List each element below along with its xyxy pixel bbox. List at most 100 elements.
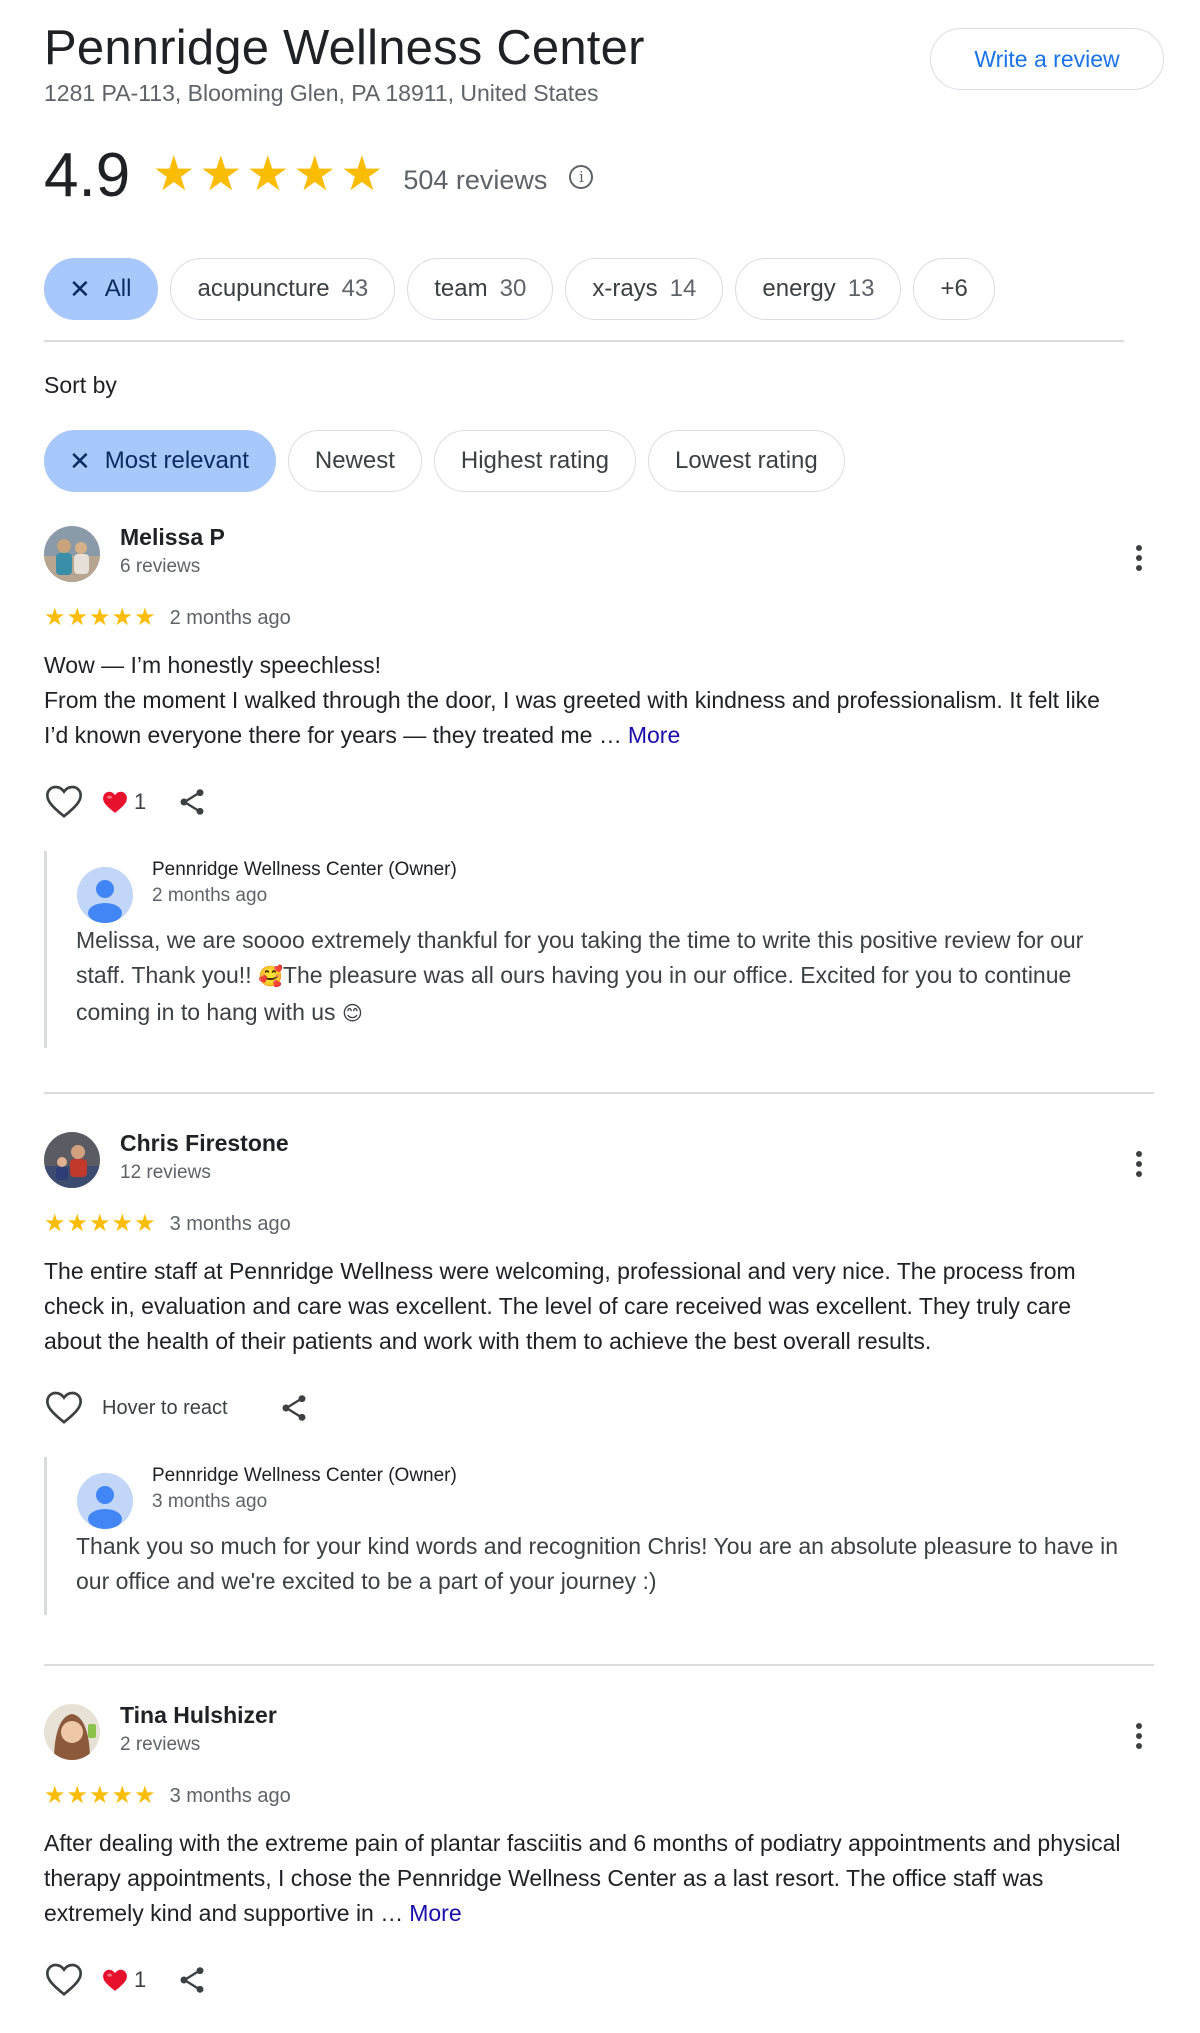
review-text-body: After dealing with the extreme pain of p… bbox=[44, 1830, 1121, 1926]
divider bbox=[44, 340, 1124, 342]
heart-outline-icon[interactable] bbox=[44, 1388, 84, 1428]
chip-count: 43 bbox=[341, 275, 369, 302]
star-icon: ★ bbox=[246, 148, 290, 201]
owner-avatar bbox=[77, 867, 133, 923]
review-text-line: Wow — I’m honestly speechless! bbox=[44, 652, 382, 678]
chip-label: Most relevant bbox=[104, 447, 249, 474]
star-icon: ★ bbox=[293, 148, 337, 201]
star-icon: ★ bbox=[111, 1210, 134, 1237]
reaction-count: 1 bbox=[134, 1967, 147, 1992]
smiling-face-hearts-emoji: 🥰 bbox=[257, 966, 283, 988]
chip-label: +6 bbox=[940, 275, 968, 302]
smiling-face-emoji: 😊 bbox=[341, 1003, 363, 1025]
review-rating-row: ★ ★ ★ ★ ★ 3 months ago bbox=[44, 1778, 1154, 1814]
star-icon: ★ bbox=[44, 1782, 66, 1809]
hover-to-react-label: Hover to react bbox=[102, 1396, 228, 1419]
topic-chip-energy[interactable]: energy 13 bbox=[735, 258, 902, 320]
review-stars: ★ ★ ★ ★ ★ bbox=[44, 1212, 156, 1236]
review-count: 504 reviews bbox=[403, 164, 548, 195]
share-icon[interactable] bbox=[176, 786, 208, 818]
sort-label: Sort by bbox=[44, 372, 117, 398]
more-options-icon[interactable] bbox=[1124, 1144, 1154, 1184]
heart-reaction-icon bbox=[103, 1969, 127, 1991]
topic-chip-x-rays[interactable]: x-rays 14 bbox=[565, 258, 724, 320]
star-icon: ★ bbox=[66, 1210, 89, 1237]
review-rating-row: ★ ★ ★ ★ ★ 2 months ago bbox=[44, 600, 1154, 636]
chip-label: All bbox=[104, 275, 132, 302]
more-options-icon[interactable] bbox=[1124, 538, 1154, 578]
review-text-line: From the moment I walked through the doo… bbox=[44, 687, 1100, 748]
chip-label: team bbox=[434, 275, 488, 302]
chip-label: energy bbox=[762, 275, 836, 302]
topic-chip-all[interactable]: ✕ All bbox=[44, 258, 159, 320]
business-header: Pennridge Wellness Center 1281 PA-113, B… bbox=[44, 18, 1164, 118]
heart-reaction-icon bbox=[103, 791, 127, 813]
sort-chip-lowest-rating[interactable]: Lowest rating bbox=[647, 430, 845, 492]
topic-chip-team[interactable]: team 30 bbox=[407, 258, 554, 320]
avatar[interactable] bbox=[44, 526, 100, 582]
heart-outline-icon[interactable] bbox=[44, 1960, 84, 2000]
review-actions: Hover to react bbox=[44, 1383, 1154, 1433]
more-options-icon[interactable] bbox=[1124, 1716, 1154, 1756]
topic-chip-acupuncture[interactable]: acupuncture 43 bbox=[170, 258, 396, 320]
chip-label: Highest rating bbox=[460, 447, 609, 474]
review-date: 3 months ago bbox=[169, 1784, 291, 1807]
avatar[interactable] bbox=[44, 1704, 100, 1760]
owner-response: Pennridge Wellness Center (Owner) 2 mont… bbox=[44, 851, 1154, 1048]
reaction-summary[interactable]: 1 bbox=[102, 789, 146, 815]
reviewer-name[interactable]: Chris Firestone bbox=[120, 1130, 289, 1157]
more-link[interactable]: More bbox=[409, 1900, 461, 1926]
owner-avatar bbox=[77, 1473, 133, 1529]
review-card: Tina Hulshizer 2 reviews ★ ★ ★ ★ ★ 3 months … bbox=[44, 1700, 1154, 2005]
review-actions: 1 bbox=[44, 777, 1154, 827]
reviewer-header: Tina Hulshizer 2 reviews bbox=[44, 1700, 1154, 1770]
topic-chip-more[interactable]: +6 bbox=[913, 258, 995, 320]
share-icon[interactable] bbox=[176, 1964, 208, 1996]
chip-count: 14 bbox=[669, 275, 697, 302]
review-date: 2 months ago bbox=[169, 606, 291, 629]
rating-value: 4.9 bbox=[44, 140, 131, 210]
review-card: Melissa P 6 reviews ★ ★ ★ ★ ★ 2 months ago W… bbox=[44, 522, 1154, 1048]
star-icon: ★ bbox=[89, 1210, 111, 1237]
divider bbox=[44, 1092, 1154, 1094]
rating-stars: ★ ★ ★ ★ ★ bbox=[152, 151, 383, 199]
avatar[interactable] bbox=[44, 1132, 100, 1188]
close-icon: ✕ bbox=[69, 273, 91, 304]
chip-count: 30 bbox=[499, 275, 527, 302]
sort-chip-newest[interactable]: Newest bbox=[287, 430, 422, 492]
reaction-summary[interactable]: 1 bbox=[102, 1967, 146, 1993]
sort-chip-highest-rating[interactable]: Highest rating bbox=[433, 430, 636, 492]
write-review-button[interactable]: Write a review bbox=[930, 28, 1164, 90]
review-date: 3 months ago bbox=[169, 1212, 291, 1235]
share-icon[interactable] bbox=[278, 1392, 310, 1424]
reaction-count: 1 bbox=[134, 789, 147, 814]
review-text: After dealing with the extreme pain of p… bbox=[44, 1826, 1124, 1931]
owner-response: Pennridge Wellness Center (Owner) 3 mont… bbox=[44, 1457, 1154, 1615]
chip-label: acupuncture bbox=[197, 275, 330, 302]
chip-label: Lowest rating bbox=[674, 447, 818, 474]
review-text: Wow — I’m honestly speechless! From the … bbox=[44, 648, 1124, 753]
heart-outline-icon[interactable] bbox=[44, 782, 84, 822]
owner-response-date: 3 months ago bbox=[152, 1491, 268, 1512]
sort-chip-most-relevant[interactable]: ✕ Most relevant bbox=[44, 430, 276, 492]
star-icon: ★ bbox=[134, 1782, 156, 1809]
star-icon: ★ bbox=[66, 1782, 89, 1809]
star-icon: ★ bbox=[66, 604, 89, 631]
review-actions: 1 bbox=[44, 1955, 1154, 2005]
star-icon: ★ bbox=[89, 604, 111, 631]
review-card: Chris Firestone 12 reviews ★ ★ ★ ★ ★ 3 month… bbox=[44, 1128, 1154, 1615]
reviewer-name[interactable]: Tina Hulshizer bbox=[120, 1702, 277, 1729]
owner-response-date: 2 months ago bbox=[152, 885, 268, 906]
chip-label: Newest bbox=[314, 447, 395, 474]
more-link[interactable]: More bbox=[628, 722, 680, 748]
rating-summary: 4.9 ★ ★ ★ ★ ★ 504 reviews i bbox=[44, 140, 594, 210]
review-stars: ★ ★ ★ ★ ★ bbox=[44, 1784, 156, 1808]
reviewer-name[interactable]: Melissa P bbox=[120, 524, 225, 551]
review-text-body: From the moment I walked through the doo… bbox=[44, 683, 1124, 753]
info-icon[interactable]: i bbox=[569, 165, 594, 189]
owner-response-text: Melissa, we are soooo extremely thankful… bbox=[76, 923, 1126, 1048]
review-rating-row: ★ ★ ★ ★ ★ 3 months ago bbox=[44, 1206, 1154, 1242]
chip-count: 13 bbox=[847, 275, 875, 302]
star-icon: ★ bbox=[134, 604, 156, 631]
star-icon: ★ bbox=[44, 604, 66, 631]
